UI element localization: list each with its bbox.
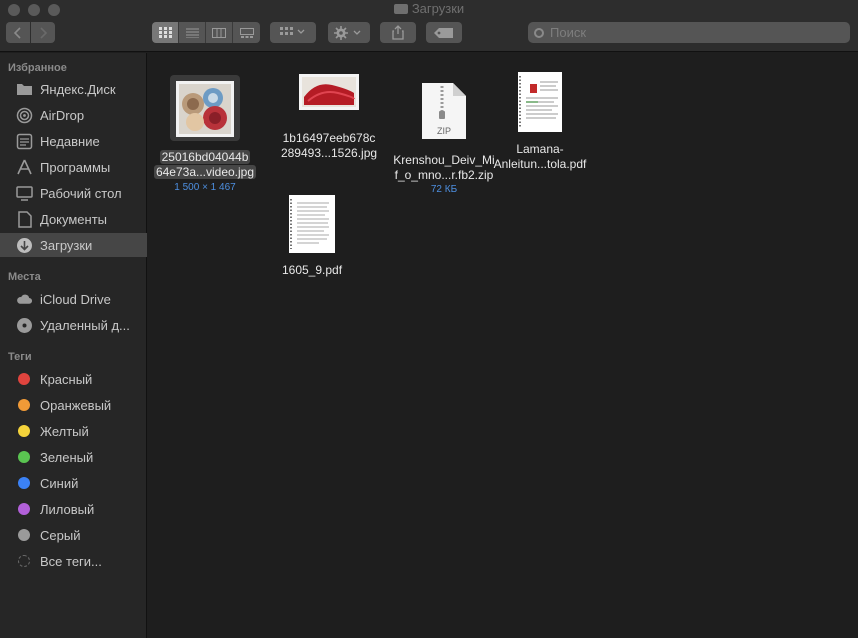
- sidebar-item-label: Желтый: [40, 423, 89, 439]
- tag-color-dot: [18, 399, 30, 411]
- image-thumbnail: [176, 81, 234, 137]
- apps-icon: [16, 159, 33, 176]
- file-size: 72 КБ: [430, 184, 458, 195]
- sidebar-item-label: Программы: [40, 159, 111, 175]
- tag-color-dot: [18, 529, 30, 541]
- sidebar-item-label: Все теги...: [40, 553, 102, 569]
- sidebar-section-tags: Теги: [8, 351, 32, 363]
- sidebar-item-label: Загрузки: [40, 237, 93, 253]
- clock-icon: [16, 133, 33, 150]
- all-tags-icon: [18, 555, 30, 567]
- grid-icon: [158, 27, 172, 38]
- gear-icon: [334, 25, 361, 40]
- sidebar-item-label: iCloud Drive: [40, 291, 111, 307]
- airdrop-icon: [16, 107, 33, 124]
- window-title: Загрузки: [411, 1, 465, 16]
- pdf-thumbnail: [289, 195, 335, 253]
- tag-color-dot: [18, 373, 30, 385]
- back-button[interactable]: [6, 22, 30, 43]
- sidebar-item-label: Серый: [40, 527, 81, 543]
- action-menu-button[interactable]: [328, 22, 370, 43]
- tag-color-dot: [18, 425, 30, 437]
- search-icon: [534, 27, 544, 38]
- folder-icon: [393, 4, 408, 14]
- chevron-left-icon: [13, 26, 21, 39]
- pdf-thumbnail: [518, 72, 562, 132]
- file-dimensions: 1 500 × 1 467: [174, 182, 236, 193]
- sidebar-item-downloads[interactable]: Загрузки: [0, 233, 147, 257]
- sidebar-tag-yellow[interactable]: Желтый: [0, 419, 147, 443]
- tag-color-dot: [18, 477, 30, 489]
- search-placeholder: Поиск: [550, 25, 587, 40]
- sidebar-item-label: Недавние: [40, 133, 100, 149]
- sidebar-item-label: Яндекс.Диск: [40, 81, 116, 97]
- chevron-right-icon: [40, 26, 48, 39]
- zip-icon: ZIP: [421, 82, 467, 140]
- window-title-bar: Загрузки: [0, 1, 858, 16]
- columns-icon: [212, 27, 226, 38]
- edit-tags-button[interactable]: [426, 22, 462, 43]
- document-icon: [16, 210, 33, 228]
- gallery-view-button[interactable]: [233, 22, 260, 43]
- sidebar-item-recents[interactable]: Недавние: [0, 129, 147, 153]
- file-grid: 25016bd04044b 64e73a...video.jpg 1 500 × …: [148, 53, 858, 638]
- group-grid-icon: [280, 27, 305, 35]
- forward-button[interactable]: [31, 22, 55, 43]
- sidebar-tag-blue[interactable]: Синий: [0, 471, 147, 495]
- finder-window: Загрузки Поиск Избранное Яндекс.Диск Air…: [0, 0, 858, 638]
- tag-icon: [434, 27, 453, 38]
- disc-icon: [16, 317, 33, 334]
- sidebar-item-airdrop[interactable]: AirDrop: [0, 103, 147, 127]
- icon-view-button[interactable]: [152, 22, 179, 43]
- gallery-icon: [239, 27, 254, 38]
- tag-color-dot: [18, 503, 30, 515]
- sidebar-item-label: Лиловый: [40, 501, 95, 517]
- sidebar-item-label: Документы: [40, 211, 108, 227]
- desktop-icon: [16, 185, 33, 202]
- sidebar-all-tags[interactable]: Все теги...: [0, 549, 147, 573]
- column-view-button[interactable]: [206, 22, 233, 43]
- file-name: 1b16497eeb678c 289493...1526.jpg: [280, 131, 378, 160]
- sidebar-tag-orange[interactable]: Оранжевый: [0, 393, 147, 417]
- folder-icon: [16, 81, 33, 98]
- sidebar-item-label: Синий: [40, 475, 79, 491]
- group-by-button[interactable]: [270, 22, 316, 43]
- view-mode-selector: [152, 22, 260, 43]
- sidebar-section-favorites: Избранное: [8, 62, 67, 74]
- download-icon: [16, 237, 33, 254]
- list-view-button[interactable]: [179, 22, 206, 43]
- file-name: Lamana- Anleitun...tola.pdf: [493, 142, 587, 171]
- sidebar-item-desktop[interactable]: Рабочий стол: [0, 181, 147, 205]
- sidebar-item-remote-disc[interactable]: Удаленный д...: [0, 313, 147, 337]
- image-thumbnail: [299, 74, 359, 110]
- sidebar-tag-red[interactable]: Красный: [0, 367, 147, 391]
- sidebar-item-label: Оранжевый: [40, 397, 112, 413]
- sidebar-section-places: Места: [8, 271, 41, 283]
- file-name: 1605_9.pdf: [281, 263, 343, 277]
- search-field[interactable]: Поиск: [528, 22, 850, 43]
- file-name: 25016bd04044b 64e73a...video.jpg: [153, 150, 257, 179]
- sidebar-item-applications[interactable]: Программы: [0, 155, 147, 179]
- sidebar-tag-gray[interactable]: Серый: [0, 523, 147, 547]
- sidebar-item-label: Зеленый: [40, 449, 94, 465]
- sidebar-item-documents[interactable]: Документы: [0, 207, 147, 231]
- tag-color-dot: [18, 451, 30, 463]
- sidebar-item-icloud-drive[interactable]: iCloud Drive: [0, 287, 147, 311]
- sidebar-tag-purple[interactable]: Лиловый: [0, 497, 147, 521]
- sidebar-item-yandex-disk[interactable]: Яндекс.Диск: [0, 77, 147, 101]
- sidebar-item-label: Красный: [40, 371, 93, 387]
- cloud-icon: [16, 291, 33, 308]
- share-icon: [392, 25, 404, 40]
- sidebar: Избранное Яндекс.Диск AirDrop Недавние П…: [0, 53, 147, 638]
- toolbar: Загрузки Поиск: [0, 0, 858, 52]
- list-icon: [185, 28, 199, 38]
- sidebar-tag-green[interactable]: Зеленый: [0, 445, 147, 469]
- sidebar-item-label: AirDrop: [40, 107, 85, 123]
- share-button[interactable]: [380, 22, 416, 43]
- zip-label: ZIP: [436, 126, 451, 136]
- sidebar-item-label: Удаленный д...: [40, 317, 130, 333]
- sidebar-item-label: Рабочий стол: [40, 185, 122, 201]
